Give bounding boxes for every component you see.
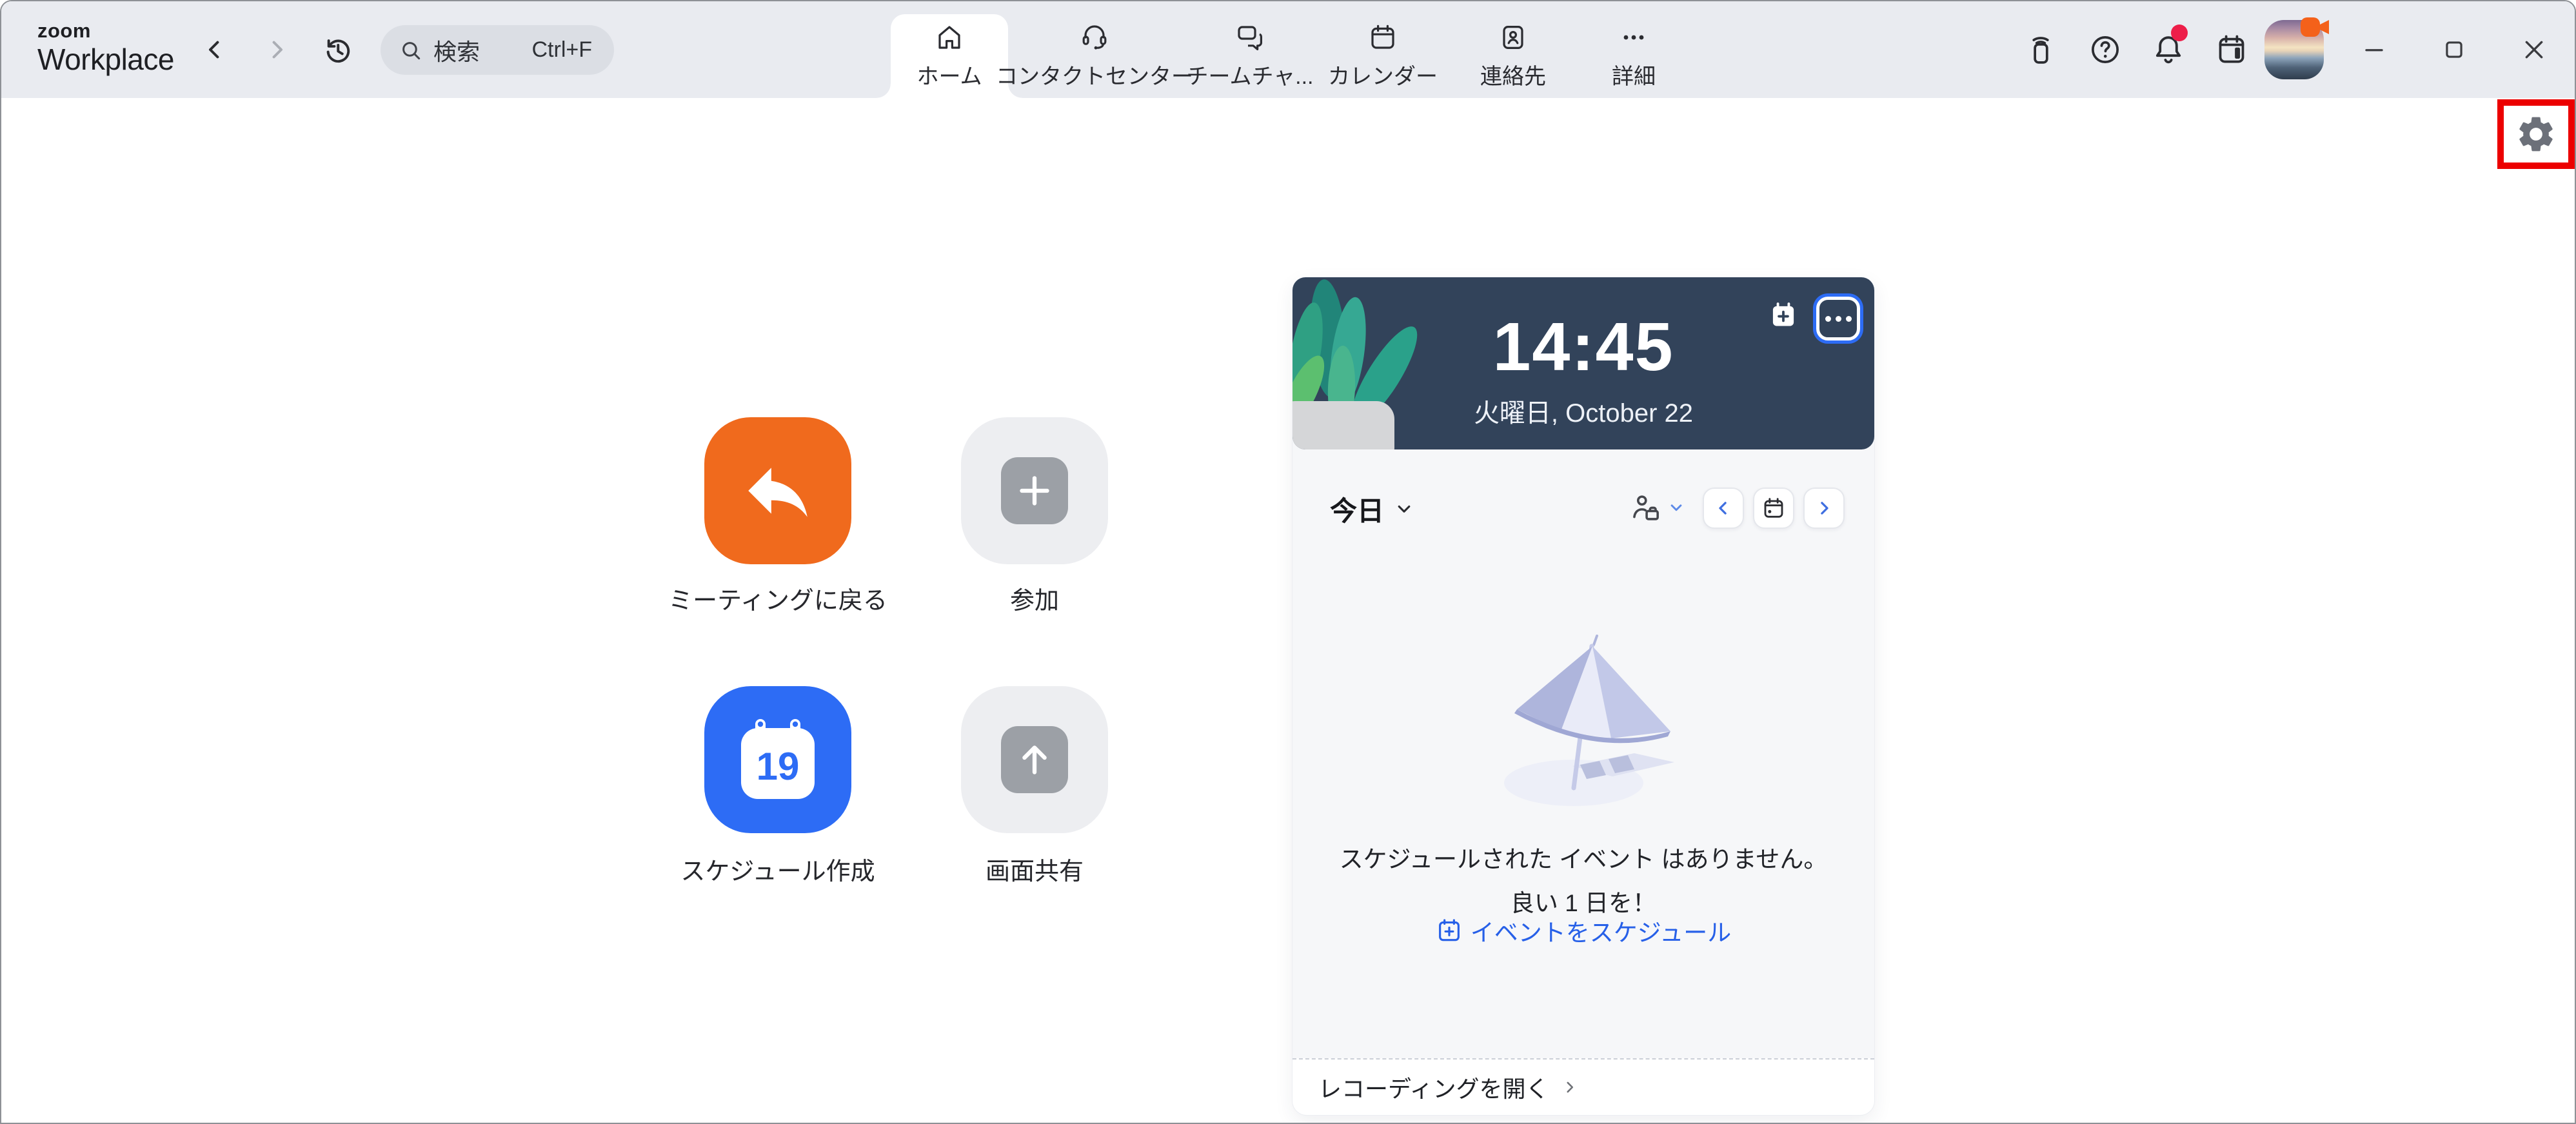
- calendar-plus-icon: [1769, 301, 1798, 330]
- schedule-button[interactable]: 19: [704, 686, 851, 833]
- date-nav-buttons: [1703, 488, 1845, 529]
- tab-contacts[interactable]: 連絡先: [1447, 14, 1580, 98]
- logo-zoom-text: zoom: [37, 21, 174, 41]
- chevron-right-icon: [1814, 498, 1834, 518]
- tab-team-chat-label: チームチャ...: [1187, 59, 1314, 90]
- notifications-button[interactable]: [2144, 1, 2193, 98]
- next-day-button[interactable]: [1803, 488, 1845, 529]
- share-screen-button[interactable]: [961, 686, 1108, 833]
- chat-bubbles-icon: [1234, 22, 1265, 53]
- search-shortcut: Ctrl+F: [532, 37, 593, 63]
- reply-arrow-icon: [738, 451, 817, 530]
- connected-device-icon: [2023, 32, 2059, 68]
- search-icon: [399, 38, 423, 63]
- back-button[interactable]: [192, 1, 237, 98]
- minimize-icon: [2363, 38, 2386, 61]
- close-button[interactable]: [2499, 1, 2570, 98]
- calendar-today-icon: [1761, 495, 1787, 521]
- join-button[interactable]: [961, 417, 1108, 564]
- up-arrow-icon: [1001, 726, 1068, 793]
- chevron-down-icon: [1667, 498, 1686, 517]
- main-tabs: ホーム コンタクトセンター チームチャ...: [891, 14, 1688, 98]
- events-toolbar: 今日: [1293, 488, 1874, 530]
- schedule-event-link-label: イベントをスケジュール: [1471, 913, 1731, 948]
- dot: [1825, 316, 1831, 322]
- home-icon: [934, 22, 965, 53]
- tab-more-label-icon-wrap: 連絡先: [1480, 59, 1546, 90]
- zoom-workplace-logo: zoom Workplace: [37, 21, 174, 74]
- tab-home-label: ホーム: [917, 59, 982, 90]
- tab-calendar-label: カレンダー: [1328, 59, 1438, 90]
- history-clock-icon: [321, 34, 353, 66]
- chevron-right-icon: [263, 36, 290, 63]
- date-range-dropdown[interactable]: 今日: [1330, 488, 1415, 530]
- person-briefcase-icon: [1629, 491, 1661, 524]
- tab-calendar[interactable]: カレンダー: [1319, 14, 1447, 98]
- today-calendar-button[interactable]: [1753, 488, 1794, 529]
- settings-button[interactable]: [2515, 113, 2557, 155]
- tab-more-label: 詳細: [1612, 59, 1656, 90]
- zoom-workplace-window: zoom Workplace 検索 Ctrl+F: [0, 0, 2576, 1124]
- chevron-left-icon: [1714, 498, 1733, 518]
- chevron-down-icon: [1393, 498, 1415, 520]
- share-screen-label: 画面共有: [867, 851, 1202, 887]
- dot: [1846, 316, 1852, 322]
- titlebar: zoom Workplace 検索 Ctrl+F: [1, 1, 2575, 98]
- forward-button[interactable]: [254, 1, 299, 98]
- previous-day-button[interactable]: [1703, 488, 1744, 529]
- beach-umbrella-illustration: [1477, 633, 1690, 814]
- settings-highlight-box: [2497, 99, 2575, 169]
- dot: [1836, 316, 1841, 322]
- svg-text:19: 19: [757, 745, 800, 788]
- date-range-label: 今日: [1330, 489, 1384, 529]
- calendar-panel-icon: [2214, 32, 2250, 68]
- help-button[interactable]: [2081, 1, 2130, 98]
- tab-team-chat[interactable]: チームチャ...: [1181, 14, 1319, 98]
- tab-contact-center[interactable]: コンタクトセンター: [1008, 14, 1181, 98]
- maximize-button[interactable]: [2419, 1, 2490, 98]
- search-input[interactable]: 検索 Ctrl+F: [381, 25, 614, 75]
- join-label: 参加: [867, 580, 1202, 616]
- history-button[interactable]: [315, 1, 360, 98]
- calendar-plus-icon: [1436, 917, 1463, 944]
- clock-card-more-button[interactable]: [1816, 297, 1860, 340]
- contact-card-icon: [1498, 22, 1529, 53]
- open-recordings-label: レコーディングを開く: [1318, 1070, 1549, 1104]
- help-icon: [2087, 32, 2123, 68]
- avatar[interactable]: [2264, 20, 2324, 79]
- tab-home[interactable]: ホーム: [891, 14, 1008, 98]
- events-panel: 14:45 火曜日, October 22 今日: [1293, 277, 1874, 1115]
- panel-calendar-button[interactable]: [2207, 1, 2256, 98]
- schedule-event-link[interactable]: イベントをスケジュール: [1293, 913, 1874, 948]
- video-camera-badge-icon: [2298, 14, 2333, 42]
- calendar-icon: [1367, 22, 1398, 53]
- close-icon: [2521, 37, 2547, 63]
- calendar-filter-dropdown[interactable]: [1629, 491, 1686, 524]
- open-recordings-row[interactable]: レコーディングを開く: [1293, 1058, 1874, 1115]
- notification-badge: [2171, 25, 2188, 41]
- search-placeholder: 検索: [433, 34, 480, 67]
- add-meeting-button[interactable]: [1769, 301, 1798, 330]
- empty-events-line1: スケジュールされた イベント はありません。: [1293, 840, 1874, 874]
- calendar-19-icon: 19: [738, 718, 817, 802]
- ellipsis-icon: [1618, 22, 1649, 53]
- tab-more[interactable]: 詳細: [1580, 14, 1688, 98]
- clock-date: 火曜日, October 22: [1293, 392, 1874, 429]
- home-content: ミーティングに戻る 参加 19 スケジュール作成 画面共有: [1, 98, 2575, 1123]
- clock-card: 14:45 火曜日, October 22: [1293, 277, 1874, 449]
- back-to-meeting-button[interactable]: [704, 417, 851, 564]
- logo-workplace-text: Workplace: [37, 44, 174, 74]
- connected-device-button[interactable]: [2016, 1, 2065, 98]
- chevron-right-icon: [1561, 1079, 1578, 1096]
- plus-icon: [1001, 457, 1068, 524]
- headset-icon: [1079, 22, 1110, 53]
- tab-contact-center-label: コンタクトセンター: [996, 59, 1193, 90]
- minimize-button[interactable]: [2339, 1, 2410, 98]
- gear-icon: [2515, 113, 2557, 155]
- maximize-icon: [2442, 37, 2466, 62]
- chevron-left-icon: [201, 36, 228, 63]
